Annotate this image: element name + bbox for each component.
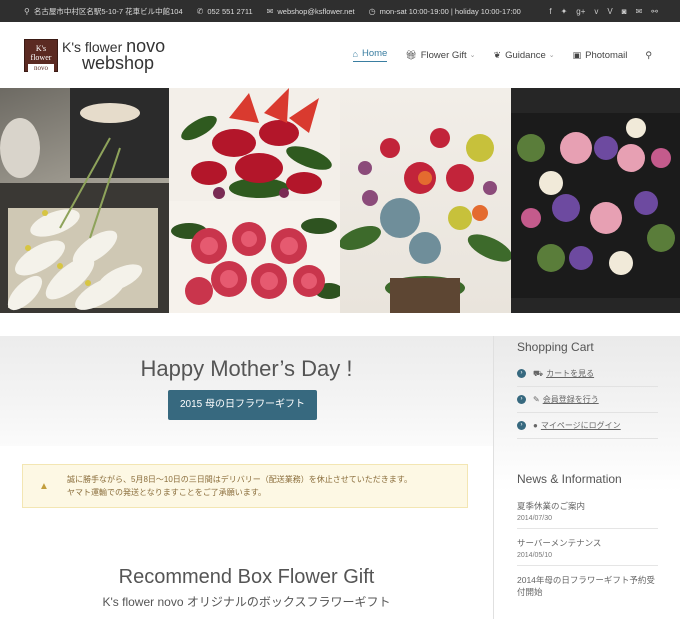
- address-text: 名古屋市中村区名駅5-10-7 花車ビル中館104: [33, 6, 183, 16]
- news-list: 夏季休業のご案内 2014/07/30 サーバーメンテナンス 2014/05/1…: [517, 492, 658, 604]
- roses-illustration: [171, 218, 340, 305]
- twitter-icon[interactable]: ✦: [561, 7, 568, 16]
- leaf-icon: ❦: [493, 49, 502, 60]
- chevron-right-icon: ›: [517, 421, 526, 430]
- view-cart-label[interactable]: カートを見る: [546, 368, 594, 379]
- news-item[interactable]: サーバーメンテナンス 2014/05/10: [517, 529, 658, 566]
- site-logo[interactable]: K's flower novo K's flower novo webshop: [24, 37, 165, 73]
- gallery-image-pastel-box[interactable]: [511, 88, 680, 313]
- calla-illustration: [0, 88, 169, 313]
- chevron-right-icon: ›: [517, 395, 526, 404]
- social-links: f ✦ g+ v V ◙ ✉ ⚯: [549, 0, 658, 22]
- register-label[interactable]: 会員登録を行う: [543, 394, 599, 405]
- nav-home[interactable]: ⌂ Home: [352, 48, 388, 62]
- hours-info: ◷ mon-sat 10:00-19:00 | holiday 10:00-17:…: [369, 7, 521, 16]
- shopping-cart-links: › ⛟ カートを見る › ✎ 会員登録を行う › ● マイページにログイン: [517, 361, 658, 439]
- nav-photomail-label: Photomail: [585, 49, 628, 61]
- news-date: 2014/07/30: [517, 515, 553, 522]
- gallery-image-pink-roses[interactable]: [169, 201, 340, 313]
- news-date: 2014/05/10: [517, 552, 553, 559]
- logo-mark-line3: novo: [28, 64, 54, 72]
- email-text[interactable]: webshop@ksflower.net: [277, 7, 354, 16]
- nav-flower-gift[interactable]: 🎁︎ Flower Gift ⌄: [405, 50, 475, 61]
- image-icon: ▣: [572, 49, 582, 60]
- delivery-notice: ▲ 誠に勝手ながら、5月8日〜10日の三日間はデリバリー（配送業務）を休止させて…: [22, 464, 468, 508]
- shopping-cart-heading: Shopping Cart: [517, 340, 594, 354]
- gallery-image-mixed-arrangement[interactable]: [340, 88, 511, 313]
- gallery-image-calla-box[interactable]: [0, 88, 169, 313]
- cart-link-view-cart[interactable]: › ⛟ カートを見る: [517, 361, 658, 387]
- clock-icon: ◷: [368, 6, 376, 16]
- notice-line-2: ヤマト運輸での発送となりますことをご了承願います。: [67, 488, 266, 497]
- news-title[interactable]: 2014年母の日フラワーギフト予約受付開始: [517, 574, 658, 598]
- column-divider: [493, 336, 494, 619]
- envelope-icon: ✉: [266, 6, 274, 16]
- nav-home-label: Home: [361, 48, 388, 59]
- logo-text: K's flower novo webshop: [62, 37, 165, 73]
- chevron-right-icon: ›: [517, 369, 526, 378]
- site-header: K's flower novo K's flower novo webshop …: [0, 22, 680, 88]
- user-icon: ●: [533, 421, 538, 430]
- recommend-section-title: Recommend Box Flower Gift: [118, 566, 375, 588]
- logo-mark: K's flower novo: [24, 39, 58, 72]
- chevron-down-icon: ⌄: [548, 52, 555, 59]
- phone-text[interactable]: 052 551 2711: [207, 7, 252, 16]
- address-info: ⚲ 名古屋市中村区名駅5-10-7 花車ビル中館104: [24, 6, 183, 17]
- search-button[interactable]: ⚲: [645, 50, 656, 61]
- news-heading: News & Information: [517, 472, 622, 486]
- news-item[interactable]: 2014年母の日フラワーギフト予約受付開始: [517, 566, 658, 604]
- logo-mark-line2: flower: [30, 53, 52, 62]
- login-label[interactable]: マイページにログイン: [541, 420, 621, 431]
- anthurium-illustration: [181, 88, 332, 199]
- nav-flower-gift-label: Flower Gift: [420, 49, 467, 61]
- email-info[interactable]: ✉ webshop@ksflower.net: [267, 7, 355, 16]
- phone-icon: ✆: [196, 6, 204, 16]
- pencil-icon: ✎: [533, 395, 540, 404]
- cart-icon: ⛟: [533, 368, 544, 378]
- logo-mark-line1: K's: [35, 44, 47, 53]
- news-title[interactable]: サーバーメンテナンス: [517, 537, 658, 549]
- gallery-image-red-anthurium[interactable]: [169, 88, 340, 201]
- gift-icon: 🎁︎: [405, 49, 417, 60]
- link-icon[interactable]: ⚯: [651, 7, 658, 16]
- phone-info[interactable]: ✆ 052 551 2711: [197, 7, 253, 16]
- instagram-icon[interactable]: ◙: [622, 7, 627, 16]
- chevron-down-icon: ⌄: [469, 52, 476, 59]
- arrangement-illustration: [340, 128, 511, 313]
- facebook-icon[interactable]: f: [549, 7, 551, 16]
- search-icon: ⚲: [645, 49, 652, 60]
- promo-title: Happy Mother’s Day !: [140, 356, 353, 381]
- notice-line-1: 誠に勝手ながら、5月8日〜10日の三日間はデリバリー（配送業務）を休止させていた…: [67, 475, 412, 484]
- cart-link-register[interactable]: › ✎ 会員登録を行う: [517, 387, 658, 413]
- warning-icon: ▲: [39, 481, 49, 492]
- google-plus-icon[interactable]: g+: [576, 7, 585, 16]
- nav-guidance[interactable]: ❦ Guidance ⌄: [494, 50, 555, 61]
- mail-icon[interactable]: ✉: [636, 7, 643, 16]
- mothers-day-gift-button[interactable]: 2015 母の日フラワーギフト: [168, 390, 317, 420]
- cart-link-login[interactable]: › ● マイページにログイン: [517, 413, 658, 439]
- main-nav: ⌂ Home 🎁︎ Flower Gift ⌄ ❦ Guidance ⌄ ▣ Photoma…: [335, 22, 656, 88]
- hours-text: mon-sat 10:00-19:00 | holiday 10:00-17:0…: [379, 6, 521, 16]
- top-info-bar: ⚲ 名古屋市中村区名駅5-10-7 花車ビル中館104 ✆ 052 551 2711…: [0, 0, 680, 22]
- pastel-box-illustration: [511, 113, 680, 298]
- map-pin-icon: ⚲: [24, 6, 30, 16]
- home-icon: ⌂: [352, 48, 358, 59]
- news-item[interactable]: 夏季休業のご案内 2014/07/30: [517, 492, 658, 529]
- hero-gallery: [0, 88, 680, 313]
- news-title[interactable]: 夏季休業のご案内: [517, 500, 658, 512]
- nav-photomail[interactable]: ▣ Photomail: [573, 50, 628, 61]
- logo-webshop: webshop: [82, 53, 155, 73]
- vimeo-icon[interactable]: v: [594, 7, 598, 16]
- nav-guidance-label: Guidance: [505, 49, 546, 61]
- recommend-section-subtitle: K's flower novo オリジナルのボックスフラワーギフト: [102, 595, 391, 609]
- vine-icon[interactable]: V: [607, 7, 612, 16]
